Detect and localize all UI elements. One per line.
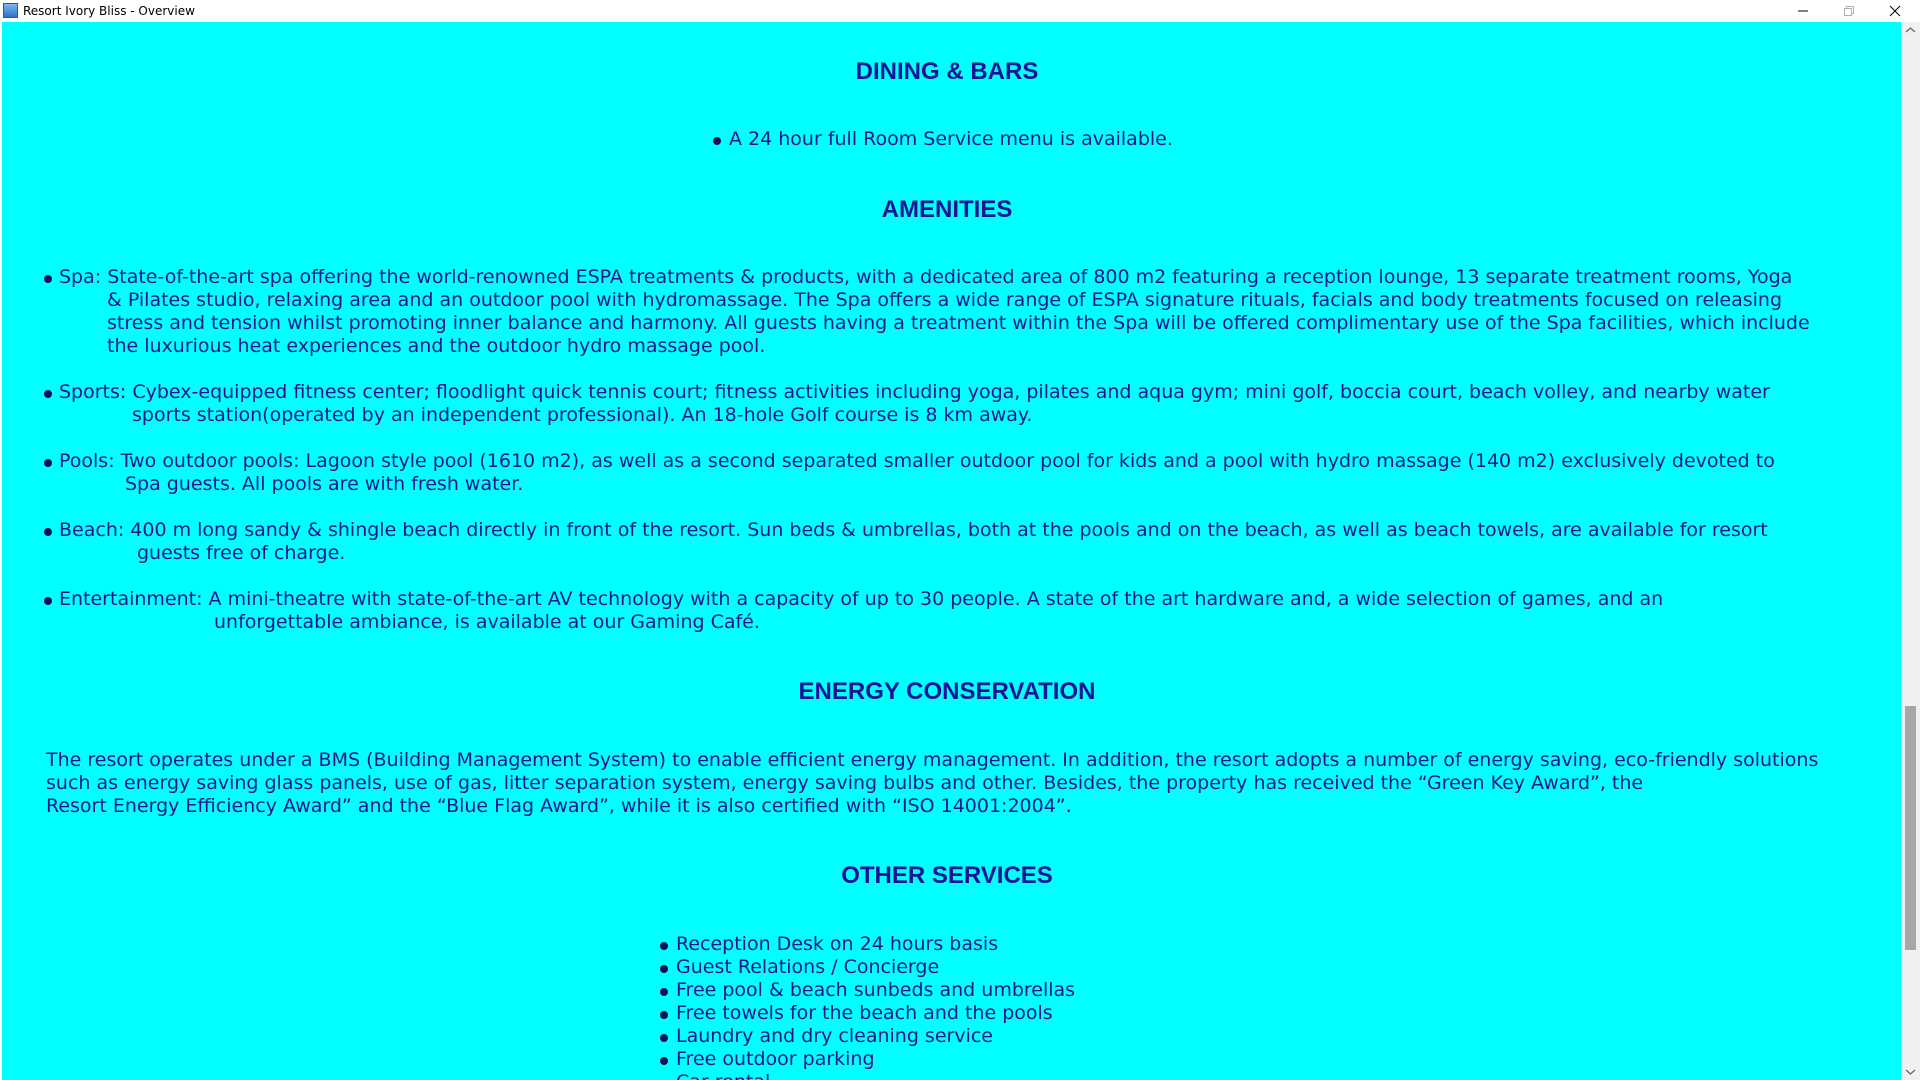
app-icon	[3, 3, 18, 18]
amenity-sports-line2: sports station(operated by an independen…	[132, 404, 1033, 426]
dining-heading: DINING & BARS	[855, 58, 1039, 85]
dining-item: A 24 hour full Room Service menu is avai…	[729, 128, 1173, 150]
bullet-icon	[44, 390, 52, 398]
amenity-sports: Sports: Cybex-equipped fitness center; f…	[59, 381, 1770, 427]
amenity-sports-line1: Sports: Cybex-equipped fitness center; f…	[59, 381, 1770, 403]
amenity-pools-line1: Pools: Two outdoor pools: Lagoon style p…	[59, 450, 1775, 472]
amenity-spa-line4: the luxurious heat experiences and the o…	[107, 335, 766, 357]
amenity-entertainment-line1: Entertainment: A mini-theatre with state…	[59, 588, 1664, 610]
chevron-down-icon	[1905, 1069, 1916, 1075]
bullet-icon	[660, 1034, 668, 1042]
amenities-heading: AMENITIES	[881, 196, 1013, 223]
amenity-pools-line2: Spa guests. All pools are with fresh wat…	[125, 473, 524, 495]
energy-heading: ENERGY CONSERVATION	[798, 678, 1096, 705]
amenity-spa-line2: & Pilates studio, relaxing area and an o…	[107, 289, 1783, 311]
energy-line3: Resort Energy Efficiency Award” and the …	[46, 795, 1072, 817]
other-services-heading: OTHER SERVICES	[841, 862, 1053, 889]
vertical-scrollbar[interactable]	[1901, 22, 1920, 1080]
bullet-icon	[660, 1057, 668, 1065]
close-button[interactable]	[1872, 0, 1918, 22]
close-icon	[1889, 5, 1901, 17]
amenity-spa-line3: stress and tension whilst promoting inne…	[107, 312, 1810, 334]
minimize-button[interactable]	[1780, 0, 1826, 22]
bullet-icon	[44, 275, 52, 283]
scroll-up-button[interactable]	[1901, 22, 1920, 39]
bullet-icon	[660, 988, 668, 996]
amenity-beach: Beach: 400 m long sandy & shingle beach …	[59, 519, 1768, 565]
bullet-icon	[660, 942, 668, 950]
energy-line1: The resort operates under a BMS (Buildin…	[46, 749, 1819, 771]
chevron-up-icon	[1905, 27, 1916, 33]
amenity-beach-line1: Beach: 400 m long sandy & shingle beach …	[59, 519, 1768, 541]
amenity-beach-line2: guests free of charge.	[137, 542, 346, 564]
window-title: Resort Ivory Bliss - Overview	[23, 4, 195, 18]
energy-line2: such as energy saving glass panels, use …	[46, 772, 1644, 794]
restore-button[interactable]	[1826, 0, 1872, 22]
bullet-icon	[660, 965, 668, 973]
restore-icon	[1844, 6, 1854, 16]
bullet-icon	[660, 1011, 668, 1019]
energy-paragraph: The resort operates under a BMS (Buildin…	[46, 749, 1818, 818]
amenity-entertainment: Entertainment: A mini-theatre with state…	[59, 588, 1663, 634]
bullet-icon	[44, 528, 52, 536]
content-viewport[interactable]: DINING & BARS A 24 hour full Room Servic…	[2, 22, 1901, 1080]
overview-content: DINING & BARS A 24 hour full Room Servic…	[2, 22, 1901, 1080]
bullet-icon	[44, 597, 52, 605]
scroll-down-button[interactable]	[1901, 1063, 1920, 1080]
amenity-spa: Spa: State-of-the-art spa offering the w…	[59, 266, 1810, 358]
amenity-pools: Pools: Two outdoor pools: Lagoon style p…	[59, 450, 1775, 496]
amenity-entertainment-line2: unforgettable ambiance, is available at …	[214, 611, 760, 633]
bullet-icon	[713, 137, 721, 145]
minimize-icon	[1798, 10, 1808, 12]
amenity-spa-line1: Spa: State-of-the-art spa offering the w…	[59, 266, 1793, 288]
bullet-icon	[44, 459, 52, 467]
scrollbar-thumb[interactable]	[1905, 706, 1916, 950]
title-bar: Resort Ivory Bliss - Overview	[0, 0, 1920, 22]
